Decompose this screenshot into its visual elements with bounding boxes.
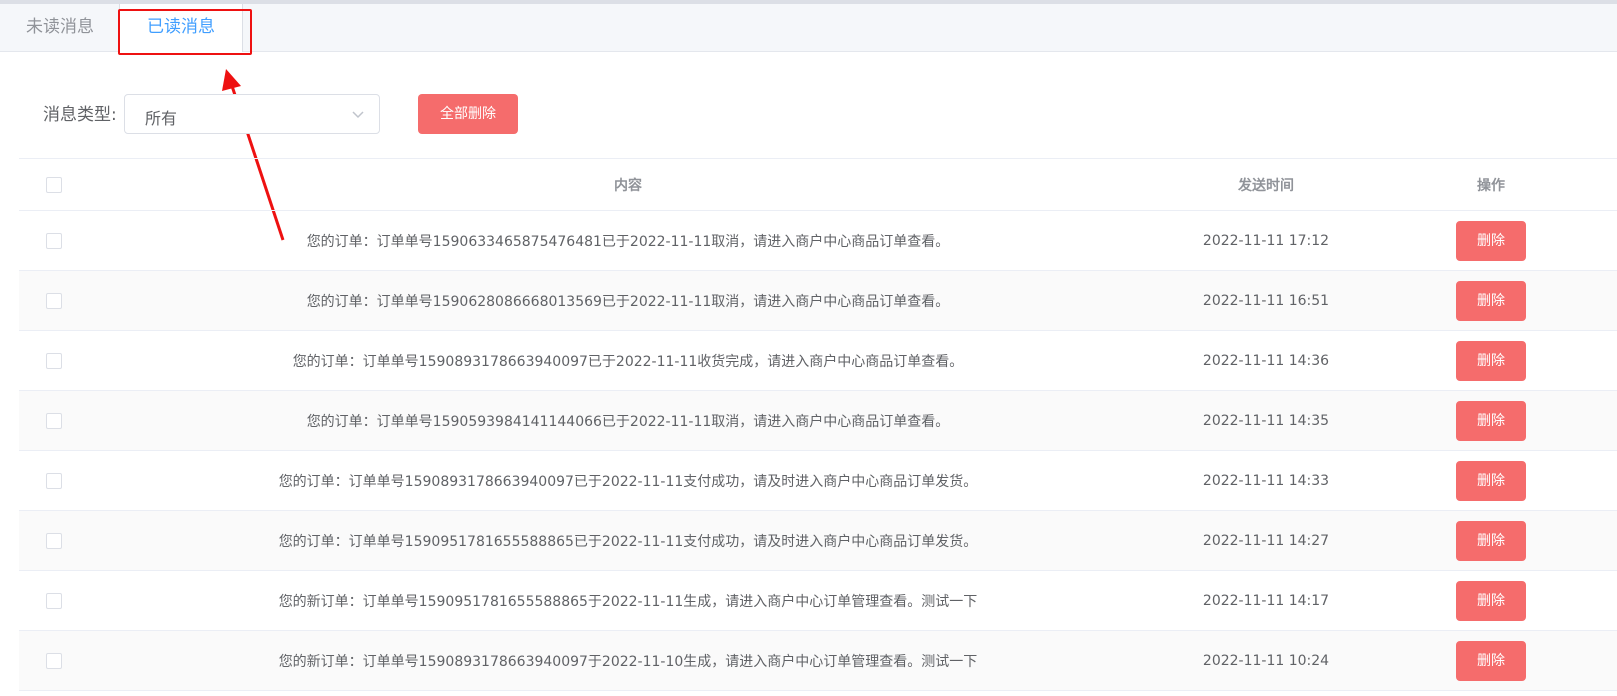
table-row: 您的订单：订单单号1590893178663940097已于2022-11-11… — [19, 331, 1617, 391]
row-checkbox[interactable] — [46, 292, 62, 309]
chevron-down-icon — [352, 111, 364, 119]
table-row: 您的订单：订单单号1590628086668013569已于2022-11-11… — [19, 271, 1617, 331]
row-send-time: 2022-11-11 16:51 — [1202, 292, 1330, 309]
row-content: 您的新订单：订单单号1590951781655588865于2022-11-11… — [278, 593, 978, 610]
delete-button[interactable]: 删除 — [1456, 520, 1526, 561]
table-row: 您的订单：订单单号1590951781655588865已于2022-11-11… — [19, 511, 1617, 571]
delete-button[interactable]: 删除 — [1456, 580, 1526, 621]
row-content: 您的订单：订单单号1590951781655588865已于2022-11-11… — [278, 533, 978, 550]
row-send-time: 2022-11-11 17:12 — [1202, 232, 1330, 249]
table-row: 您的订单：订单单号1590893178663940097已于2022-11-11… — [19, 451, 1617, 511]
row-send-time: 2022-11-11 14:36 — [1202, 352, 1330, 369]
header-content: 内容 — [614, 177, 642, 194]
delete-button[interactable]: 删除 — [1456, 280, 1526, 321]
row-send-time: 2022-11-11 14:17 — [1202, 592, 1330, 609]
message-type-selected-value: 所有 — [145, 109, 178, 128]
table-row: 您的订单：订单单号1590593984141144066已于2022-11-11… — [19, 391, 1617, 451]
row-send-time: 2022-11-11 10:24 — [1202, 652, 1330, 669]
row-send-time: 2022-11-11 14:33 — [1202, 472, 1330, 489]
select-all-checkbox[interactable] — [46, 176, 62, 193]
delete-button[interactable]: 删除 — [1456, 400, 1526, 441]
row-content: 您的订单：订单单号1590893178663940097已于2022-11-11… — [292, 353, 964, 370]
row-checkbox[interactable] — [46, 592, 62, 609]
table-header: 内容 发送时间 操作 — [19, 158, 1617, 211]
table-row: 您的新订单：订单单号1590893178663940097于2022-11-10… — [19, 631, 1617, 691]
row-send-time: 2022-11-11 14:35 — [1202, 412, 1330, 429]
row-content: 您的订单：订单单号1590628086668013569已于2022-11-11… — [306, 293, 950, 310]
header-action: 操作 — [1477, 177, 1505, 194]
row-checkbox[interactable] — [46, 232, 62, 249]
delete-button[interactable]: 删除 — [1456, 220, 1526, 261]
header-send-time: 发送时间 — [1238, 177, 1294, 194]
row-checkbox[interactable] — [46, 412, 62, 429]
row-content: 您的订单：订单单号1590633465875476481已于2022-11-11… — [306, 233, 950, 250]
row-checkbox[interactable] — [46, 652, 62, 669]
row-content: 您的新订单：订单单号1590893178663940097于2022-11-10… — [278, 653, 978, 670]
row-checkbox[interactable] — [46, 352, 62, 369]
delete-button[interactable]: 删除 — [1456, 460, 1526, 501]
message-table: 内容 发送时间 操作 您的订单：订单单号1590633465875476481已… — [19, 158, 1617, 691]
message-type-select[interactable]: 所有 — [124, 94, 380, 134]
row-content: 您的订单：订单单号1590893178663940097已于2022-11-11… — [278, 473, 978, 490]
delete-all-button[interactable]: 全部删除 — [418, 94, 518, 134]
delete-button[interactable]: 删除 — [1456, 340, 1526, 381]
table-row: 您的订单：订单单号1590633465875476481已于2022-11-11… — [19, 211, 1617, 271]
row-checkbox[interactable] — [46, 532, 62, 549]
table-row: 您的新订单：订单单号1590951781655588865于2022-11-11… — [19, 571, 1617, 631]
row-send-time: 2022-11-11 14:27 — [1202, 532, 1330, 549]
message-type-label: 消息类型: — [43, 105, 117, 125]
delete-button[interactable]: 删除 — [1456, 640, 1526, 681]
row-content: 您的订单：订单单号1590593984141144066已于2022-11-11… — [306, 413, 950, 430]
row-checkbox[interactable] — [46, 472, 62, 489]
